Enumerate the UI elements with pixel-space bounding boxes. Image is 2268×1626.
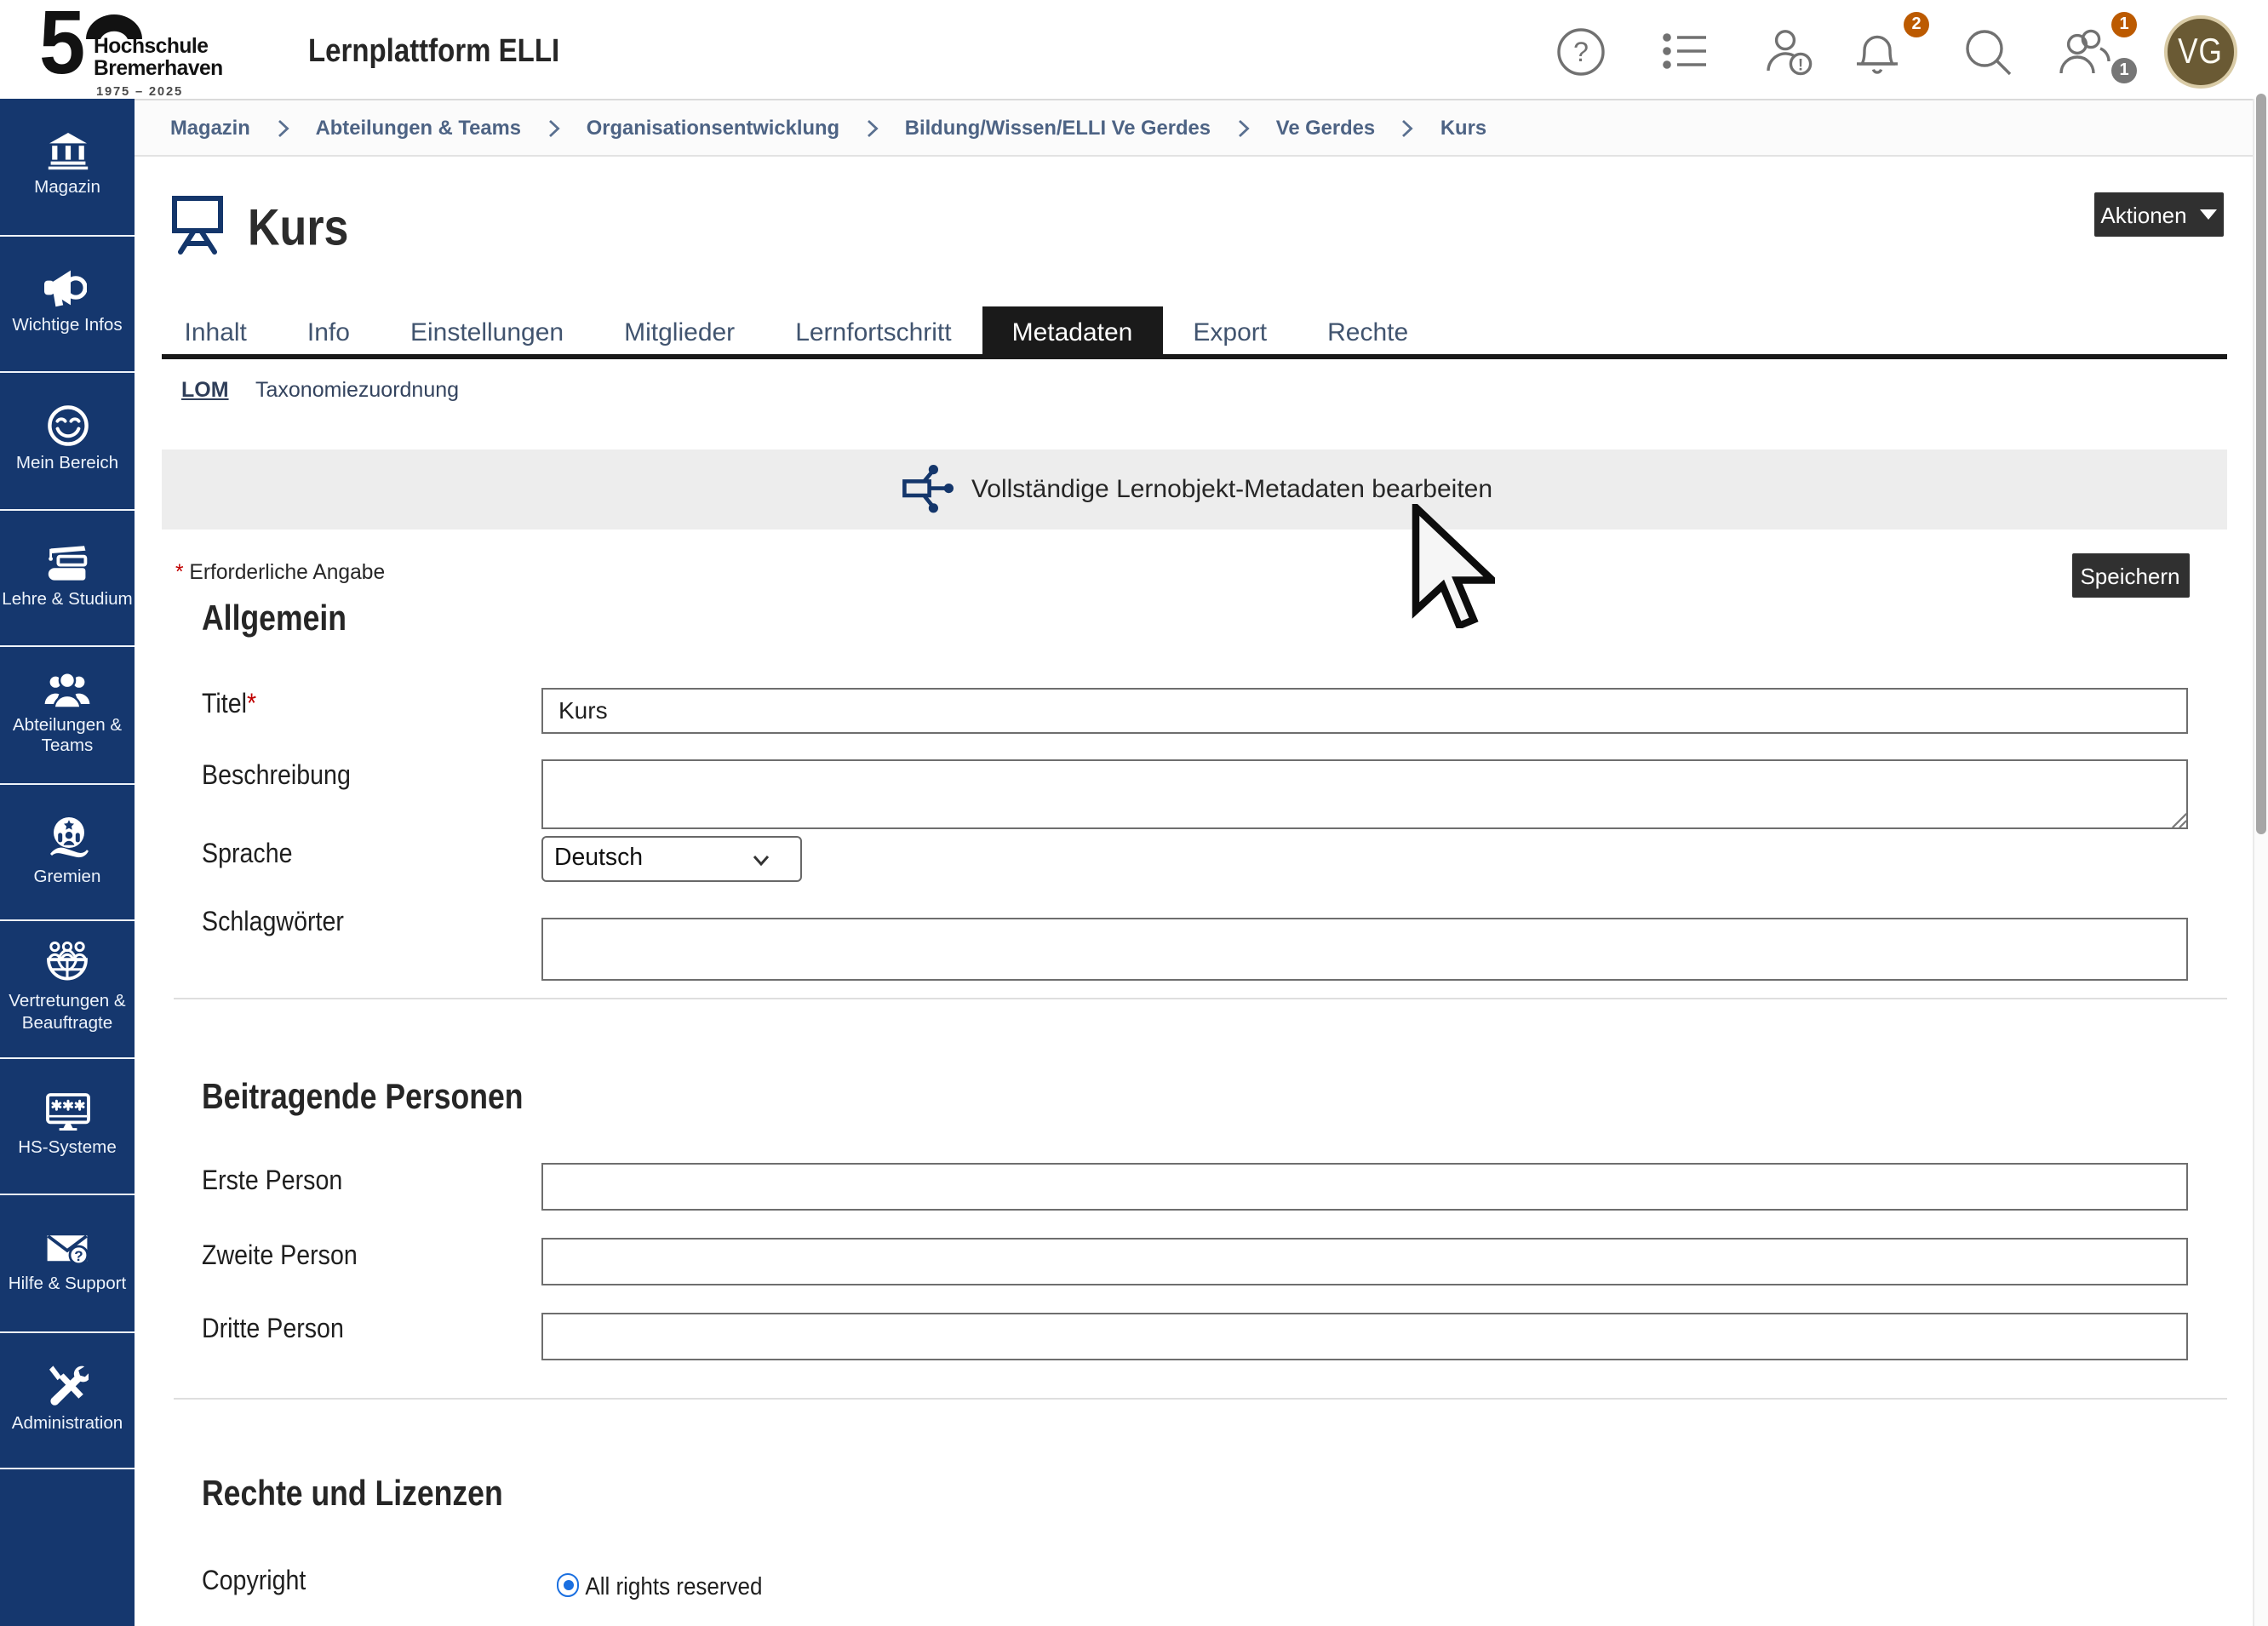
- svg-text:?: ?: [74, 1247, 83, 1263]
- svg-text:!: !: [1798, 57, 1803, 75]
- svg-text:?: ?: [1573, 37, 1589, 67]
